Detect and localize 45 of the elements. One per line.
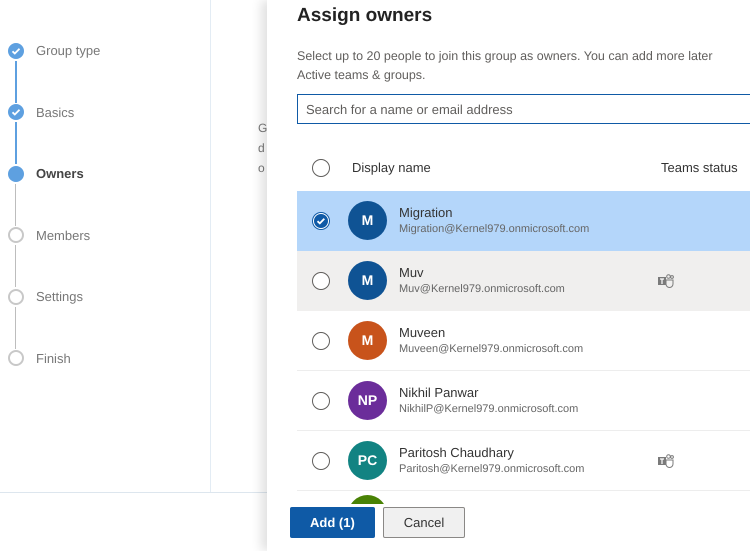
page-text: d (258, 140, 266, 157)
column-header: Teams status (661, 159, 738, 178)
user-name: Nikhil Panwar (399, 384, 480, 401)
user-email: Paritosh@Kernel979.onmicrosoft.com (399, 462, 586, 477)
panel-title: Assign owners (297, 4, 434, 28)
cancel-button[interactable]: Cancel (382, 507, 466, 538)
user-email: Muv@Kernel979.onmicrosoft.com (399, 282, 566, 297)
user-name: Paritosh Chaudhary (399, 444, 515, 461)
user-avatar: M (348, 201, 387, 240)
radio-button[interactable] (312, 272, 330, 290)
user-row[interactable]: NP Nikhil Panwar NikhilP@Kernel979.onmicrosoft.com (297, 371, 750, 431)
search-field[interactable]: Search for a name or email address (297, 94, 750, 124)
user-name: Muveen (399, 324, 446, 341)
user-name: Migration (399, 204, 454, 221)
user-avatar: NP (348, 381, 387, 420)
panel-description: Select up to 20 people to join this group as owners. You can add more later (297, 48, 714, 65)
user-email: Migration@Kernel979.onmicrosoft.com (399, 222, 590, 237)
add-button[interactable]: Add (1) (290, 507, 375, 538)
radio-button[interactable] (312, 452, 330, 470)
teams-icon (658, 274, 674, 288)
user-row[interactable]: M Muv Muv@Kernel979.onmicrosoft.com (297, 251, 750, 311)
step-label: Group type (36, 42, 100, 60)
page-text: G (258, 120, 267, 137)
step-label: Finish (36, 350, 71, 368)
user-email: NikhilP@Kernel979.onmicrosoft.com (399, 402, 580, 417)
teams-icon (658, 454, 674, 468)
user-row[interactable]: M Muveen Muveen@Kernel979.onmicrosoft.com (297, 311, 750, 371)
radio-button[interactable] (312, 159, 330, 177)
step-label: Members (36, 226, 90, 244)
radio-button[interactable] (312, 392, 330, 410)
user-name: Muv (399, 264, 425, 281)
user-row[interactable]: M Migration Migration@Kernel979.onmicrosoft.com (297, 191, 750, 251)
page-text: o (258, 160, 266, 177)
checked-radio[interactable] (312, 212, 330, 230)
user-avatar: M (348, 321, 387, 360)
user-row[interactable]: PC Paritosh Chaudhary Paritosh@Kernel979.onmicrosoft.com (297, 431, 750, 491)
step-label: Settings (36, 288, 83, 306)
step-label: Owners (36, 165, 84, 183)
user-email: Muveen@Kernel979.onmicrosoft.com (399, 342, 584, 357)
user-avatar: PC (348, 441, 387, 480)
user-avatar: M (348, 261, 387, 300)
panel-description: Active teams & groups. (297, 67, 427, 84)
step-label: Basics (36, 104, 74, 122)
radio-button[interactable] (312, 332, 330, 350)
column-header: Display name (352, 159, 432, 178)
